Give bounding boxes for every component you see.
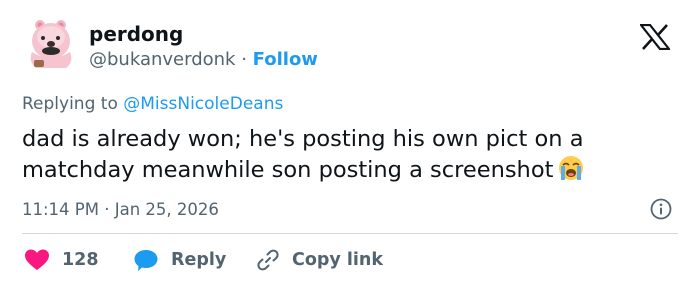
- avatar[interactable]: [24, 14, 76, 74]
- tweet-time: 11:14 PM: [22, 200, 99, 219]
- like-button[interactable]: 128: [24, 247, 99, 273]
- tweet-text: dad is already won; he's posting his own…: [22, 124, 682, 185]
- user-handle[interactable]: @bukanverdonk: [89, 49, 235, 70]
- x-logo-icon[interactable]: [640, 24, 670, 50]
- follow-button[interactable]: Follow: [253, 49, 318, 70]
- loudly-crying-face-icon: [559, 156, 584, 180]
- copy-link-label: Copy link: [292, 250, 383, 270]
- heart-icon: [25, 249, 49, 270]
- display-name[interactable]: perdong: [89, 22, 183, 46]
- info-icon[interactable]: [649, 197, 673, 221]
- reply-bubble-icon: [134, 250, 158, 271]
- replying-prefix: Replying to: [22, 94, 118, 114]
- timestamp-separator: ·: [104, 200, 110, 219]
- reply-label: Reply: [171, 250, 227, 270]
- handle-separator: ·: [241, 49, 247, 70]
- copy-link-button[interactable]: Copy link: [256, 247, 383, 273]
- tweet-date: Jan 25, 2026: [114, 200, 219, 219]
- reply-mention-link[interactable]: @MissNicoleDeans: [123, 94, 283, 114]
- handle-row: @bukanverdonk · Follow: [89, 49, 318, 70]
- divider: [22, 233, 678, 234]
- link-icon: [257, 249, 279, 271]
- replying-to: Replying to @MissNicoleDeans: [22, 94, 283, 114]
- reply-button[interactable]: Reply: [133, 247, 226, 273]
- tweet-body: dad is already won; he's posting his own…: [22, 126, 584, 183]
- tweet-timestamp[interactable]: 11:14 PM · Jan 25, 2026: [22, 200, 219, 219]
- like-count: 128: [62, 250, 99, 270]
